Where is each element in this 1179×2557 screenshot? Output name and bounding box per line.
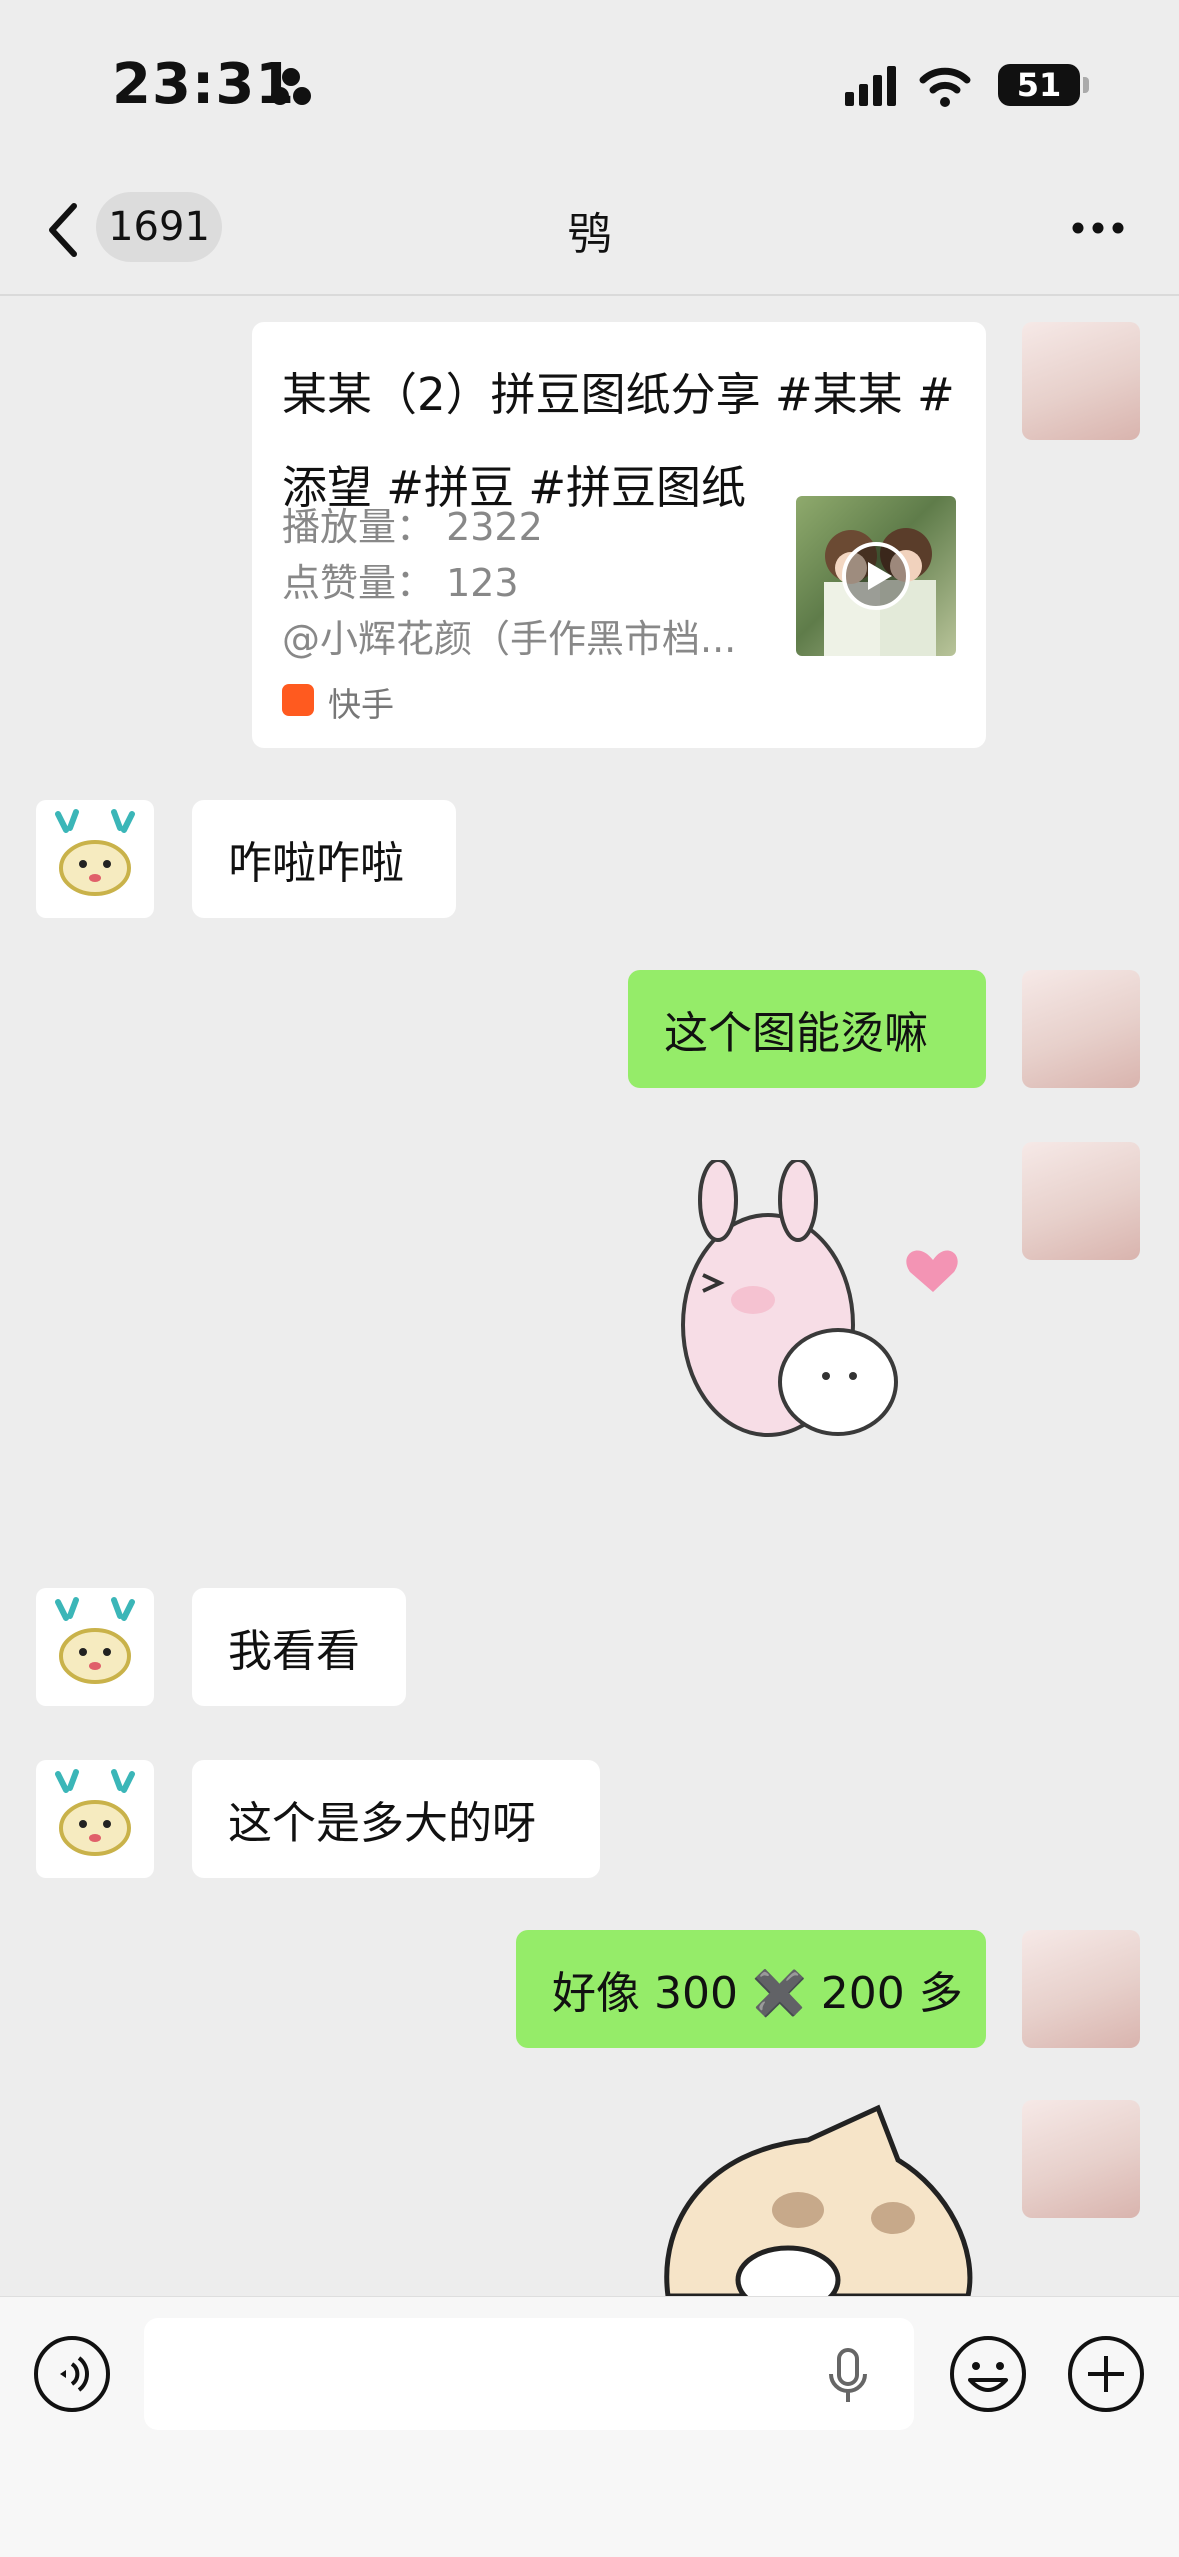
friend-avatar[interactable] xyxy=(36,800,154,918)
microphone-icon[interactable] xyxy=(826,2346,870,2406)
card-source: 快手 xyxy=(328,685,394,724)
puppy-sticker[interactable] xyxy=(648,2100,988,2296)
focus-mode-icon xyxy=(271,68,311,105)
signal-wifi-icons xyxy=(845,66,971,107)
deer-avatar-art xyxy=(55,1769,135,1856)
card-author: @小辉花颜（手作黑市档... xyxy=(282,617,737,661)
message-bubble[interactable]: 这个图能烫嘛 xyxy=(628,970,986,1088)
my-avatar[interactable] xyxy=(1022,1142,1140,1260)
card-likes: 点赞量： 123 xyxy=(282,561,519,605)
message-bubble[interactable]: 咋啦咋啦 xyxy=(192,800,456,918)
my-avatar[interactable] xyxy=(1022,2100,1140,2218)
message-bubble[interactable]: 这个是多大的呀 xyxy=(192,1760,600,1878)
plus-icon[interactable] xyxy=(1066,2334,1146,2414)
deer-avatar-art xyxy=(55,809,135,896)
play-icon[interactable] xyxy=(840,540,912,612)
nav-divider xyxy=(0,294,1179,296)
emoji-icon[interactable] xyxy=(948,2334,1028,2414)
friend-avatar[interactable] xyxy=(36,1588,154,1706)
chat-title: 鸮 xyxy=(567,209,612,260)
my-avatar[interactable] xyxy=(1022,1930,1140,2048)
battery-indicator: 51 xyxy=(998,64,1080,106)
message-bubble[interactable]: 好像 300 ✖️ 200 多 xyxy=(516,1930,986,2048)
message-input[interactable] xyxy=(144,2318,914,2430)
message-bubble[interactable]: 我看看 xyxy=(192,1588,406,1706)
bunny-hug-sticker[interactable] xyxy=(648,1160,988,1500)
card-plays: 播放量： 2322 xyxy=(282,505,543,549)
deer-avatar-art xyxy=(55,1597,135,1684)
friend-avatar[interactable] xyxy=(36,1760,154,1878)
battery-cap xyxy=(1083,77,1089,93)
video-share-card[interactable]: 某某（2）拼豆图纸分享 #某某 #添望 #拼豆 #拼豆图纸 播放量： 2322 … xyxy=(252,322,986,748)
more-dots-icon[interactable] xyxy=(1068,200,1128,256)
voice-icon[interactable] xyxy=(32,2334,112,2414)
my-avatar[interactable] xyxy=(1022,322,1140,440)
my-avatar[interactable] xyxy=(1022,970,1140,1088)
kuaishou-logo-icon xyxy=(282,684,314,716)
video-thumbnail[interactable] xyxy=(796,496,956,656)
